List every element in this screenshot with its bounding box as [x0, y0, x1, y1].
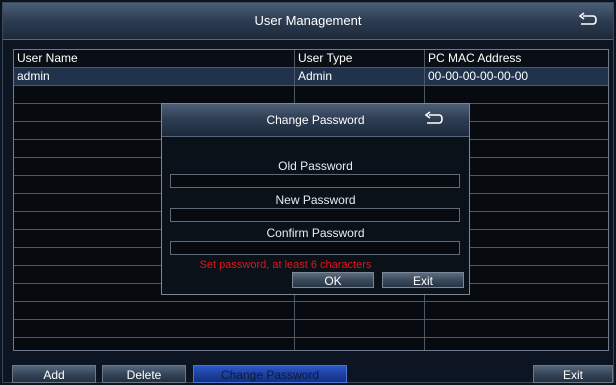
- header-pc-mac-address: PC MAC Address: [428, 51, 522, 65]
- dialog-exit-button[interactable]: Exit: [382, 272, 464, 288]
- dialog-back-button[interactable]: [423, 111, 445, 129]
- cell-user-type: Admin: [298, 69, 333, 83]
- header-user-name: User Name: [17, 51, 78, 65]
- new-password-label: New Password: [275, 193, 356, 207]
- table-row[interactable]: [14, 338, 608, 350]
- window-title: User Management: [254, 13, 362, 28]
- password-hint: Set password, at least 6 characters: [199, 259, 372, 271]
- dialog-titlebar: Change Password: [162, 104, 469, 137]
- window-titlebar: User Management: [3, 3, 613, 40]
- table-row[interactable]: [14, 320, 608, 338]
- back-arrow-icon: [424, 111, 443, 124]
- add-button[interactable]: Add: [12, 365, 96, 383]
- delete-button[interactable]: Delete: [102, 365, 186, 383]
- change-password-button[interactable]: Change Password: [193, 365, 347, 383]
- header-user-type: User Type: [298, 51, 353, 65]
- ok-button[interactable]: OK: [292, 272, 374, 288]
- user-management-window: User Management User Name User Type PC M…: [2, 2, 614, 383]
- back-arrow-icon: [578, 12, 597, 25]
- old-password-label: Old Password: [278, 159, 353, 173]
- exit-button[interactable]: Exit: [533, 365, 613, 383]
- table-header-row: User Name User Type PC MAC Address: [14, 50, 608, 68]
- back-button[interactable]: [577, 12, 599, 30]
- cell-mac-address: 00-00-00-00-00-00: [428, 69, 529, 83]
- change-password-dialog: Change Password Old Password New Passwor…: [161, 103, 470, 295]
- table-row[interactable]: admin Admin 00-00-00-00-00-00: [14, 68, 608, 86]
- new-password-field[interactable]: [170, 208, 460, 222]
- confirm-password-label: Confirm Password: [266, 226, 365, 240]
- table-row[interactable]: [14, 86, 608, 104]
- cell-user-name: admin: [17, 69, 50, 83]
- confirm-password-field[interactable]: [170, 241, 460, 255]
- old-password-field[interactable]: [170, 174, 460, 188]
- table-row[interactable]: [14, 302, 608, 320]
